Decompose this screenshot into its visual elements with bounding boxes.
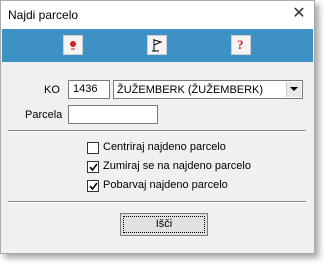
point-icon	[70, 41, 76, 50]
search-button[interactable]: Išči	[120, 213, 208, 236]
ko-select-value: ŽUŽEMBERK (ŽUŽEMBERK)	[117, 84, 264, 96]
checkmark-icon	[89, 182, 98, 191]
chevron-down-icon	[290, 87, 298, 91]
centriraj-label[interactable]: Centriraj najdeno parcelo	[103, 141, 226, 153]
svg-text:?: ?	[237, 38, 244, 52]
help-button[interactable]: ?	[231, 35, 251, 55]
pobarvaj-checkbox[interactable]	[87, 180, 99, 192]
ko-label: KO	[44, 84, 60, 96]
flag-button[interactable]	[147, 35, 167, 55]
ko-code-field[interactable]: 1436	[68, 80, 110, 99]
pobarvaj-label[interactable]: Pobarvaj najdeno parcelo	[103, 179, 228, 191]
toolbar: ?	[2, 29, 313, 62]
dropdown-arrow[interactable]	[286, 82, 301, 97]
separator-top	[8, 130, 306, 132]
find-parcel-dialog: Najdi parcelo ✕ ? KO 1436 ŽUŽEMBERK (ŽUŽ…	[0, 0, 315, 254]
parcela-field[interactable]	[68, 105, 158, 124]
separator-bottom	[8, 201, 306, 203]
zumiraj-label[interactable]: Zumiraj se na najdeno parcelo	[103, 160, 251, 172]
checkmark-icon	[89, 163, 98, 172]
flag-icon	[152, 39, 163, 52]
parcela-label: Parcela	[25, 109, 63, 121]
window-title: Najdi parcelo	[8, 8, 79, 22]
locate-point-button[interactable]	[63, 35, 83, 55]
ko-select[interactable]: ŽUŽEMBERK (ŽUŽEMBERK)	[113, 80, 303, 99]
help-icon: ?	[237, 38, 244, 52]
zumiraj-checkbox[interactable]	[87, 161, 99, 173]
centriraj-checkbox[interactable]	[87, 142, 99, 154]
title-bar: Najdi parcelo ✕	[1, 1, 314, 29]
close-icon[interactable]: ✕	[290, 5, 308, 23]
